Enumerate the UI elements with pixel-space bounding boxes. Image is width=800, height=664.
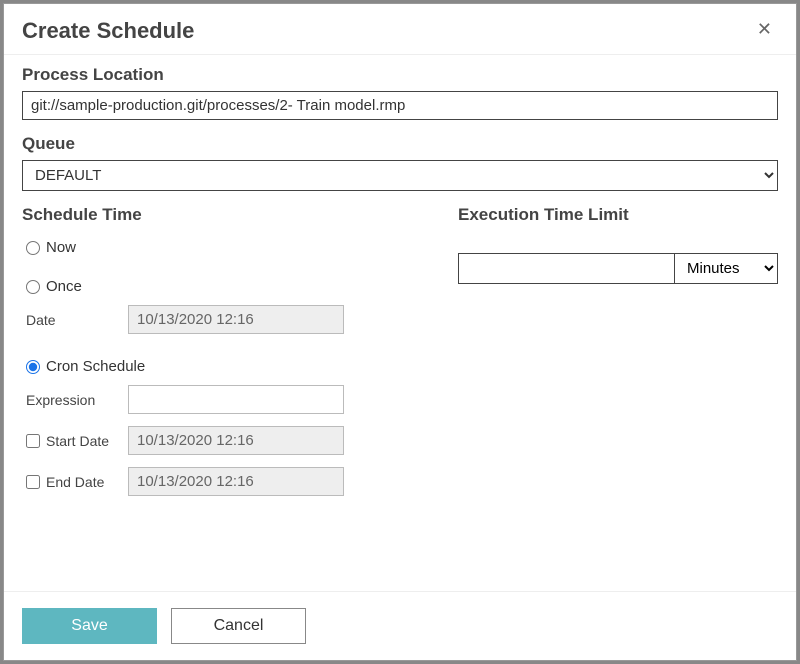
schedule-columns: Schedule Time Now Once Date Cr [22, 205, 778, 508]
cron-start-date-input[interactable] [128, 426, 344, 455]
cron-start-date-row: Start Date [26, 426, 418, 455]
modal-title: Create Schedule [22, 18, 194, 44]
schedule-once-row: Once [26, 278, 418, 295]
process-location-label: Process Location [22, 65, 778, 85]
create-schedule-modal: Create Schedule ✕ Process Location Queue… [3, 3, 797, 661]
process-location-input[interactable] [22, 91, 778, 120]
schedule-once-date-input[interactable] [128, 305, 344, 334]
cron-end-date-checkbox[interactable] [26, 475, 40, 489]
schedule-cron-label: Cron Schedule [46, 358, 145, 375]
schedule-once-radio[interactable] [26, 280, 40, 294]
schedule-now-label: Now [46, 239, 76, 256]
schedule-time-column: Schedule Time Now Once Date Cr [22, 205, 418, 508]
modal-body: Process Location Queue DEFAULT Schedule … [4, 55, 796, 591]
exec-limit-label: Execution Time Limit [458, 205, 778, 225]
cron-expression-label: Expression [26, 392, 118, 408]
save-button[interactable]: Save [22, 608, 157, 644]
close-icon[interactable]: ✕ [751, 18, 778, 40]
queue-select[interactable]: DEFAULT [22, 160, 778, 191]
cron-expression-row: Expression [26, 385, 418, 414]
schedule-once-date-label: Date [26, 312, 118, 328]
queue-group: Queue DEFAULT [22, 134, 778, 191]
schedule-cron-radio[interactable] [26, 360, 40, 374]
cron-end-date-input[interactable] [128, 467, 344, 496]
process-location-group: Process Location [22, 65, 778, 120]
queue-label: Queue [22, 134, 778, 154]
exec-limit-unit-select[interactable]: Minutes [675, 253, 778, 284]
schedule-time-label: Schedule Time [22, 205, 418, 225]
cron-end-date-label: End Date [46, 474, 104, 490]
exec-limit-column: Execution Time Limit Minutes [458, 205, 778, 508]
cancel-button[interactable]: Cancel [171, 608, 306, 644]
exec-limit-row: Minutes [458, 253, 778, 284]
schedule-now-row: Now [26, 239, 418, 256]
cron-expression-input[interactable] [128, 385, 344, 414]
cron-start-date-checkbox[interactable] [26, 434, 40, 448]
cron-start-date-label: Start Date [46, 433, 109, 449]
schedule-once-label: Once [46, 278, 82, 295]
modal-footer: Save Cancel [4, 591, 796, 660]
exec-limit-input[interactable] [458, 253, 675, 284]
schedule-once-date-row: Date [26, 305, 418, 334]
modal-header: Create Schedule ✕ [4, 4, 796, 55]
schedule-now-radio[interactable] [26, 241, 40, 255]
schedule-cron-row: Cron Schedule [26, 358, 418, 375]
cron-end-date-row: End Date [26, 467, 418, 496]
